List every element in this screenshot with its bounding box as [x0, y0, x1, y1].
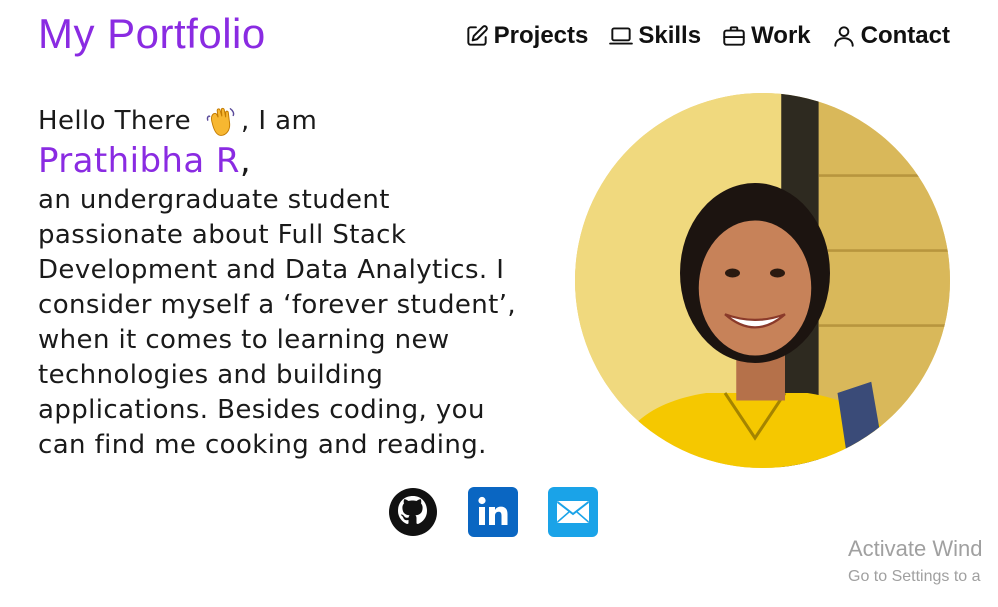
- linkedin-link[interactable]: [468, 487, 518, 537]
- site-brand[interactable]: My Portfolio: [38, 10, 266, 58]
- bio-line: consider myself a ‘forever student’,: [38, 290, 517, 320]
- bio-line: technologies and building: [38, 360, 384, 390]
- email-link[interactable]: [548, 487, 598, 537]
- bio-line: an undergraduate student: [38, 185, 390, 215]
- pencil-square-icon: [466, 25, 488, 46]
- briefcase-icon: [723, 26, 745, 46]
- github-icon: [389, 488, 437, 536]
- name-line: Prathibha R,: [38, 139, 568, 183]
- github-link[interactable]: [388, 487, 438, 537]
- nav-projects-label: Projects: [493, 22, 589, 49]
- laptop-icon: [609, 27, 634, 45]
- greeting-line: Hello There , I am: [38, 104, 568, 139]
- nav-work[interactable]: Work: [721, 22, 811, 50]
- social-links: [388, 487, 598, 537]
- nav-skills[interactable]: Skills: [608, 22, 701, 50]
- nav-contact-label: Contact: [860, 22, 950, 49]
- watermark-title: Activate Wind: [848, 536, 983, 561]
- person-icon: [834, 26, 854, 47]
- nav-skills-label: Skills: [638, 22, 702, 49]
- waving-hand-icon: [206, 107, 235, 136]
- bio-line: when it comes to learning new: [38, 325, 450, 355]
- bio-line: applications. Besides coding, you: [38, 395, 485, 425]
- hero-intro: Hello There , I am Prathibha R, an under…: [38, 104, 568, 463]
- bio-line: can find me cooking and reading.: [38, 430, 487, 460]
- portfolio-page: My Portfolio Projects Skills Work Contac…: [0, 0, 998, 607]
- nav-projects[interactable]: Projects: [464, 22, 589, 50]
- bio-line: passionate about Full Stack: [38, 220, 407, 250]
- nav-work-label: Work: [751, 22, 811, 49]
- person-name: Prathibha R: [38, 141, 240, 181]
- greeting-suffix: , I am: [241, 106, 318, 136]
- greeting-text: Hello There: [38, 106, 192, 136]
- bio-line: Development and Data Analytics. I: [38, 255, 505, 285]
- watermark-subtitle: Go to Settings to a: [848, 568, 981, 585]
- mail-icon: [548, 487, 598, 537]
- profile-photo: [575, 93, 950, 468]
- main-nav: Projects Skills Work Contact: [464, 22, 950, 50]
- linkedin-icon: [468, 487, 518, 537]
- windows-activation-watermark: Activate Wind Go to Settings to a: [848, 536, 983, 586]
- nav-contact[interactable]: Contact: [831, 22, 950, 50]
- name-suffix: ,: [239, 141, 252, 181]
